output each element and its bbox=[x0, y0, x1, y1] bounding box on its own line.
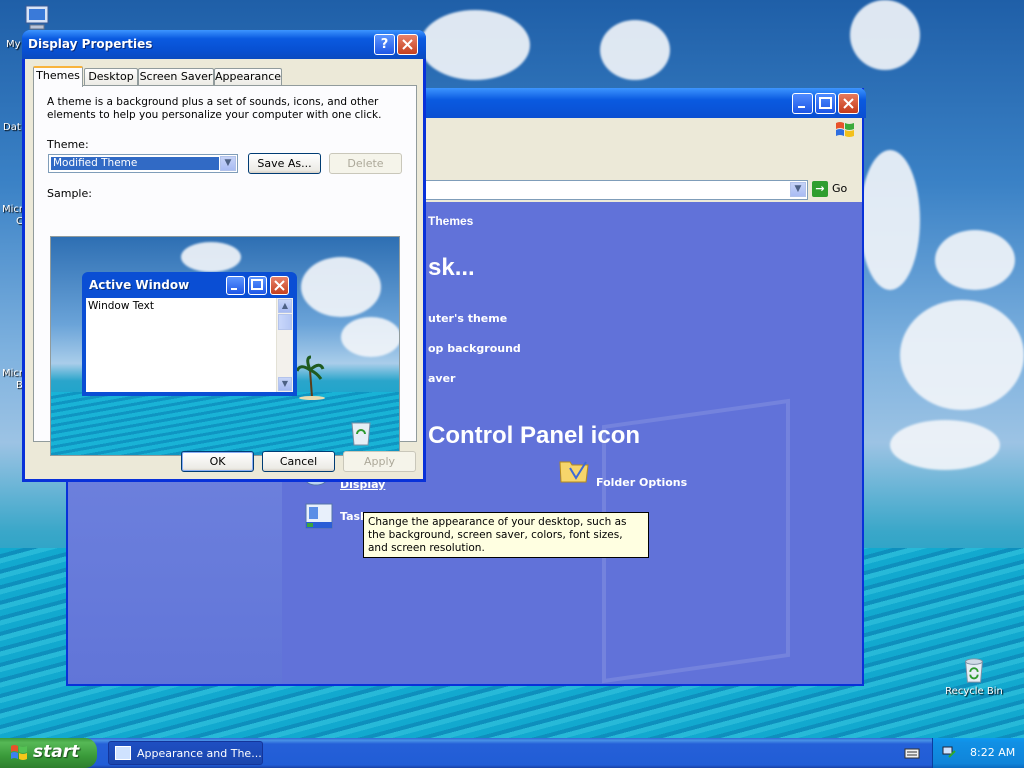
task-link[interactable]: aver bbox=[428, 372, 455, 385]
sample-maximize-icon bbox=[248, 276, 267, 295]
windows-logo-icon bbox=[836, 122, 854, 137]
tab-appearance[interactable]: Appearance bbox=[214, 68, 282, 85]
save-as-button[interactable]: Save As... bbox=[248, 153, 321, 174]
palm-tree-icon bbox=[295, 355, 325, 400]
system-tray: 8:22 AM bbox=[932, 738, 1024, 768]
go-label: Go bbox=[832, 182, 848, 195]
tab-screen-saver[interactable]: Screen Saver bbox=[138, 68, 214, 85]
maximize-icon bbox=[819, 97, 832, 109]
display-properties-dialog[interactable]: Display Properties ? Themes Desktop Scre… bbox=[22, 30, 426, 482]
cancel-button[interactable]: Cancel bbox=[262, 451, 335, 472]
help-icon: ? bbox=[380, 37, 389, 52]
sample-scrollbar: ▲ ▼ bbox=[276, 298, 293, 392]
dialog-buttons: OK Cancel Apply bbox=[25, 448, 423, 478]
start-button[interactable]: start bbox=[0, 738, 97, 768]
keyboard-icon[interactable] bbox=[904, 746, 920, 760]
sample-label: Sample: bbox=[47, 187, 92, 200]
themes-tab-panel: A theme is a background plus a set of so… bbox=[33, 85, 417, 456]
minimize-icon bbox=[798, 106, 805, 108]
chevron-down-icon[interactable]: ▼ bbox=[220, 156, 236, 171]
taskbar-start-menu-icon[interactable] bbox=[304, 500, 336, 532]
help-button[interactable]: ? bbox=[374, 34, 395, 55]
minimize-button[interactable] bbox=[792, 93, 813, 114]
sample-window-body: Window Text ▲ ▼ bbox=[86, 298, 293, 392]
theme-select-value: Modified Theme bbox=[51, 157, 219, 170]
scroll-up-icon: ▲ bbox=[278, 299, 292, 313]
window-icon bbox=[115, 746, 131, 760]
recycle-bin-icon bbox=[351, 422, 371, 446]
desktop-icon-label[interactable]: Micr bbox=[2, 204, 23, 215]
close-icon bbox=[402, 39, 413, 50]
recycle-bin-shortcut[interactable]: Recycle Bin bbox=[942, 656, 1006, 697]
desktop-icon-label[interactable]: Micr bbox=[2, 368, 23, 379]
taskbar: start Appearance and The... 8:22 AM bbox=[0, 738, 1024, 768]
theme-sample-preview: Active Window Window Text ▲ ▼ bbox=[50, 236, 400, 456]
folder-options-icon[interactable] bbox=[558, 456, 590, 484]
theme-label: Theme: bbox=[47, 138, 89, 151]
go-arrow-icon: → bbox=[812, 181, 828, 197]
folder-options-link[interactable]: Folder Options bbox=[596, 476, 687, 489]
network-icon[interactable] bbox=[941, 745, 957, 761]
category-title: Themes bbox=[428, 214, 474, 228]
close-button[interactable] bbox=[838, 93, 859, 114]
dialog-close-button[interactable] bbox=[397, 34, 418, 55]
sample-window-title: Active Window bbox=[89, 278, 190, 292]
taskbar-item-appearance-themes[interactable]: Appearance and The... bbox=[108, 741, 263, 765]
sample-minimize-icon bbox=[226, 276, 245, 295]
dialog-title: Display Properties bbox=[28, 37, 153, 51]
start-label: start bbox=[33, 742, 80, 762]
delete-button[interactable]: Delete bbox=[329, 153, 402, 174]
desktop-icon-label[interactable]: Dat bbox=[3, 122, 21, 133]
maximize-button[interactable] bbox=[815, 93, 836, 114]
theme-description: A theme is a background plus a set of so… bbox=[47, 96, 382, 121]
go-button[interactable]: → Go bbox=[812, 181, 852, 199]
tab-desktop[interactable]: Desktop bbox=[84, 68, 138, 85]
recycle-bin-label: Recycle Bin bbox=[945, 686, 1003, 697]
pick-icon-heading: Control Panel icon bbox=[428, 422, 641, 449]
tab-themes[interactable]: Themes bbox=[33, 66, 83, 87]
scroll-down-icon: ▼ bbox=[278, 377, 292, 391]
address-dropdown-button[interactable]: ▼ bbox=[790, 182, 806, 197]
apply-button[interactable]: Apply bbox=[343, 451, 416, 472]
dialog-titlebar[interactable]: Display Properties ? bbox=[22, 30, 426, 59]
display-tooltip: Change the appearance of your desktop, s… bbox=[363, 512, 649, 558]
sample-close-icon bbox=[270, 276, 289, 295]
scroll-thumb bbox=[278, 314, 292, 330]
close-icon bbox=[843, 98, 854, 109]
sample-window-text: Window Text bbox=[88, 300, 154, 312]
windows-flag-icon bbox=[11, 745, 27, 760]
sample-active-window: Active Window Window Text ▲ ▼ bbox=[82, 272, 297, 396]
ok-button[interactable]: OK bbox=[181, 451, 254, 472]
taskbar-item-label: Appearance and The... bbox=[137, 747, 262, 760]
task-link[interactable]: op background bbox=[428, 342, 521, 355]
pick-task-heading: sk... bbox=[428, 254, 475, 281]
clock[interactable]: 8:22 AM bbox=[970, 746, 1015, 759]
task-link[interactable]: uter's theme bbox=[428, 312, 507, 325]
recycle-bin-icon bbox=[965, 658, 983, 683]
theme-select[interactable]: Modified Theme ▼ bbox=[48, 154, 238, 173]
desktop-icon-label[interactable]: My bbox=[6, 39, 21, 50]
